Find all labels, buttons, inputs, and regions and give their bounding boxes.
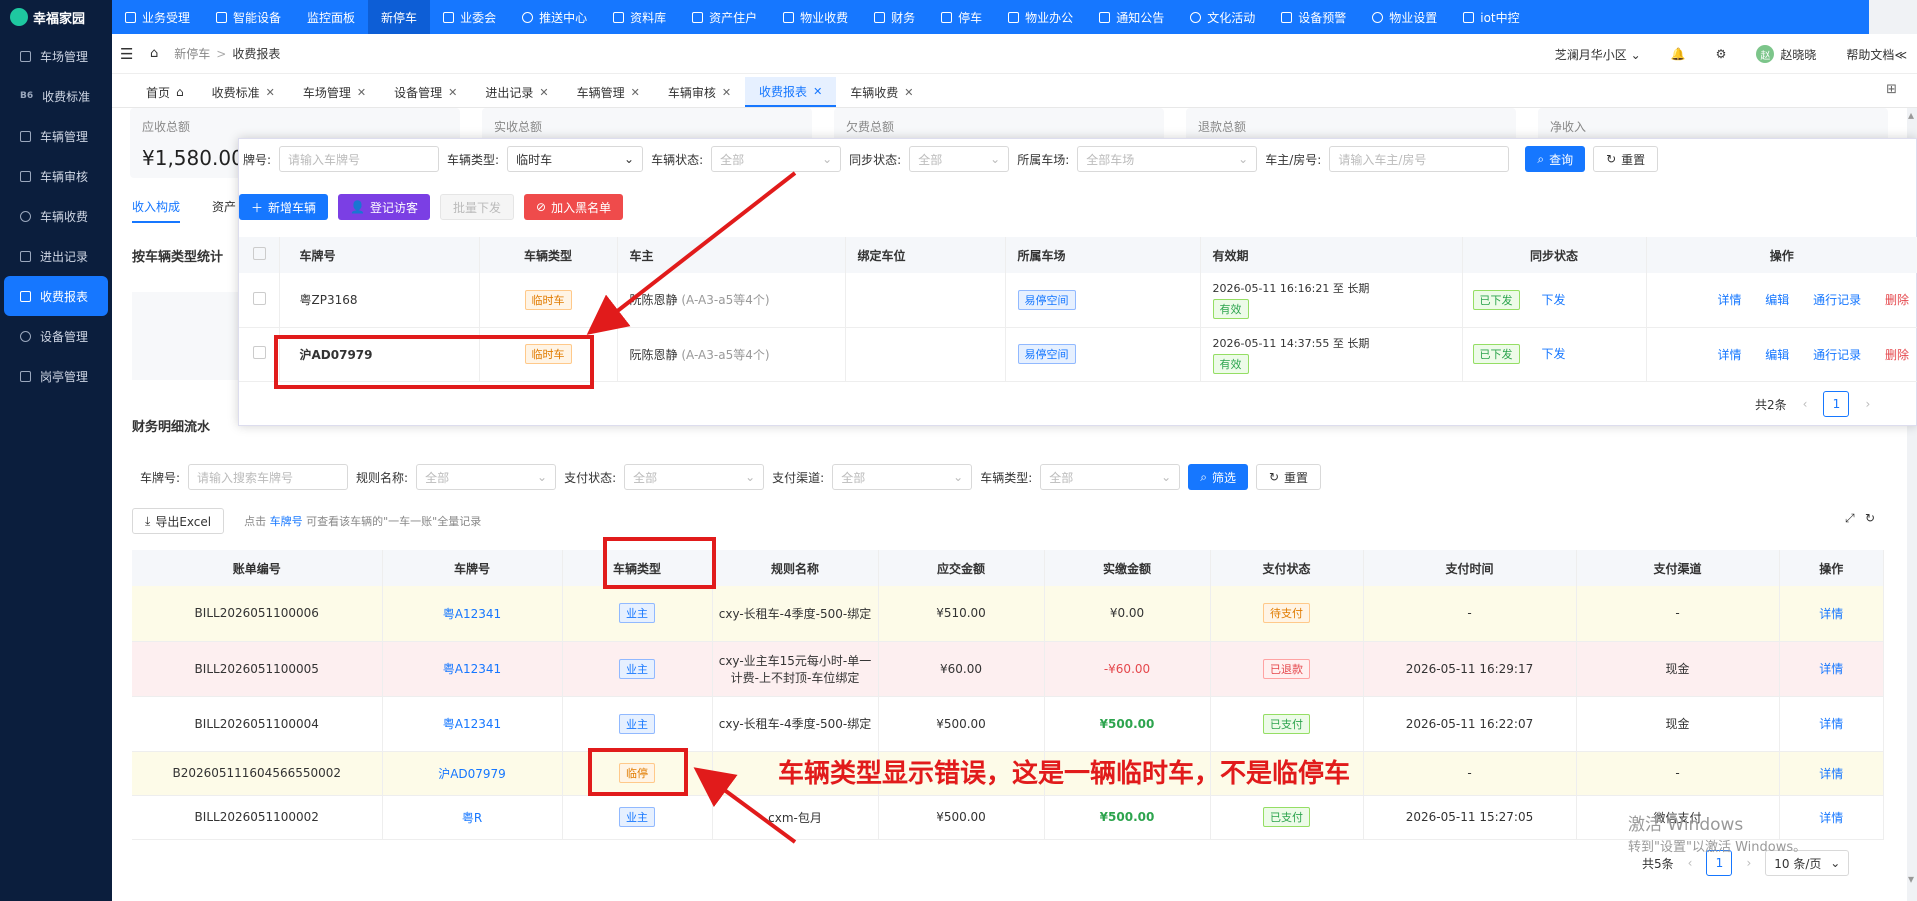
scrollbar-up-icon[interactable]: ▴ — [1908, 108, 1914, 122]
scrollbar-down-icon[interactable]: ▾ — [1908, 872, 1914, 886]
annotation-text: 车辆类型显示错误，这是一辆临时车，不是临停车 — [778, 759, 1351, 789]
arrow-to-overlay-row — [586, 171, 797, 335]
